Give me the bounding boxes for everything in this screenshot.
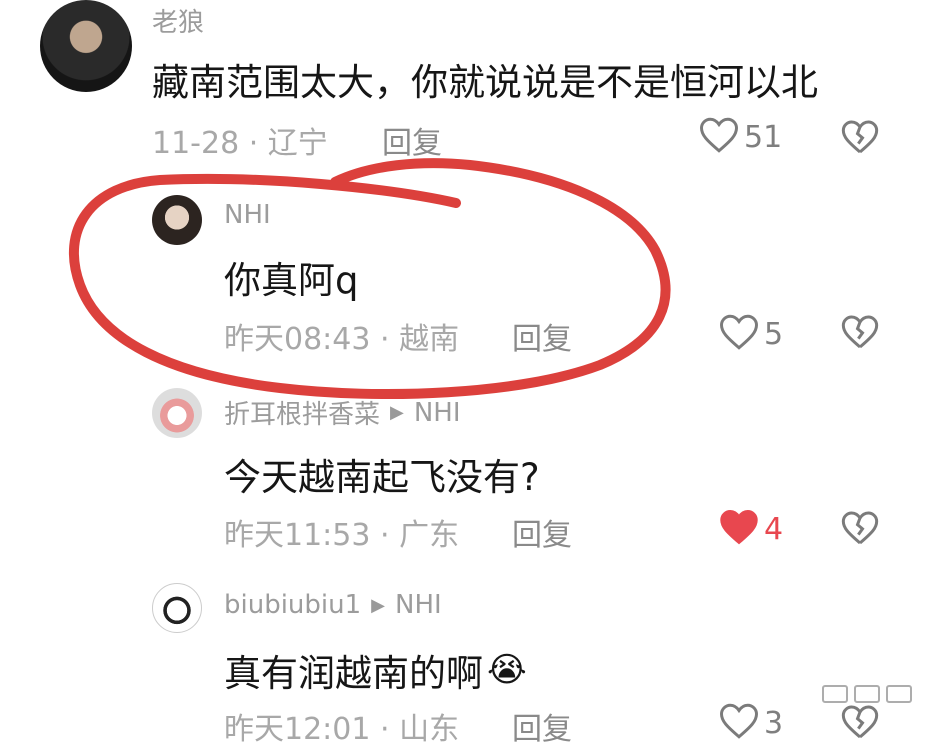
reply-button[interactable]: 回复	[512, 314, 572, 358]
like-button[interactable]: 3	[718, 701, 783, 745]
comment-text: 藏南范围太大，你就说说是不是恒河以北	[152, 61, 818, 104]
like-button[interactable]: 51	[698, 115, 782, 159]
avatar[interactable]	[40, 0, 132, 92]
reply-to-author[interactable]: NHI	[395, 590, 442, 620]
broken-heart-icon	[840, 705, 880, 745]
comment-author[interactable]: 折耳根拌香菜	[224, 394, 380, 431]
comment-text: 真有润越南的啊 😭	[224, 643, 527, 697]
broken-heart-icon	[840, 315, 880, 355]
reply-to-author[interactable]: NHI	[414, 398, 461, 428]
reply-button[interactable]: 回复	[512, 510, 572, 554]
crying-laughing-emoji: 😭	[487, 650, 527, 690]
annotation-circle	[68, 158, 671, 400]
comment-meta: 11-28 · 辽宁	[152, 126, 328, 161]
like-count: 5	[764, 316, 784, 352]
heart-outline-icon	[698, 115, 740, 159]
play-arrow-icon: ▶	[390, 402, 404, 423]
comment-author[interactable]: biubiubiu1	[224, 590, 361, 620]
like-button[interactable]: 5	[718, 312, 783, 356]
dislike-button[interactable]	[840, 313, 880, 355]
avatar[interactable]	[152, 388, 202, 438]
comment-text: 你真阿q	[224, 259, 359, 302]
comment-author[interactable]: NHI	[224, 200, 271, 230]
comment-text: 今天越南起飞没有?	[224, 456, 540, 499]
like-count: 4	[764, 511, 784, 547]
watermark-logo	[822, 685, 912, 703]
broken-heart-icon	[840, 120, 880, 160]
dislike-button[interactable]	[840, 118, 880, 160]
heart-filled-icon	[718, 507, 760, 551]
dislike-button[interactable]	[840, 509, 880, 551]
comment-author-line: 折耳根拌香菜 ▶ NHI	[224, 394, 461, 431]
comment-meta: 昨天11:53 · 广东	[224, 518, 460, 553]
broken-heart-icon	[840, 511, 880, 551]
comment-author-line: biubiubiu1 ▶ NHI	[224, 590, 442, 620]
heart-outline-icon	[718, 312, 760, 356]
comment-meta: 昨天08:43 · 越南	[224, 322, 460, 357]
avatar[interactable]	[152, 195, 202, 245]
heart-outline-icon	[718, 701, 760, 745]
avatar[interactable]	[152, 583, 202, 633]
comment-text-body: 真有润越南的啊	[224, 652, 483, 695]
play-arrow-icon: ▶	[371, 594, 386, 616]
comment-author[interactable]: 老狼	[152, 2, 204, 39]
like-button[interactable]: 4	[718, 507, 783, 551]
dislike-button[interactable]	[840, 703, 880, 745]
reply-button[interactable]: 回复	[512, 704, 572, 748]
reply-button[interactable]: 回复	[382, 118, 442, 162]
like-count: 3	[764, 705, 784, 741]
comment-meta: 昨天12:01 · 山东	[224, 712, 460, 747]
like-count: 51	[744, 119, 783, 155]
